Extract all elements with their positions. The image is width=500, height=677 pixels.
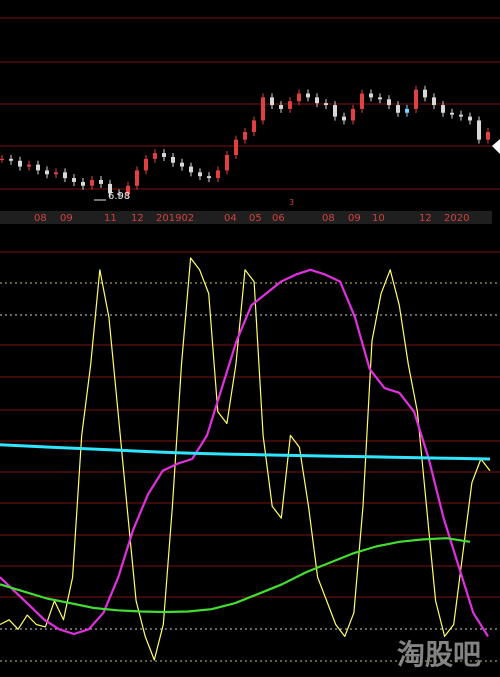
price-candle-body	[414, 89, 418, 109]
price-candle-body	[315, 97, 319, 104]
date-axis-tick-label: 2020	[444, 213, 469, 224]
price-candle-body	[171, 156, 175, 163]
price-candle-body	[72, 178, 76, 182]
price-candle-body	[378, 97, 382, 100]
price-candle-body	[198, 172, 202, 177]
date-axis-tick-label: 06	[272, 213, 285, 224]
price-candle-body	[405, 108, 409, 113]
price-candle-body	[270, 97, 274, 106]
price-candle-body	[54, 172, 58, 175]
price-low-label: 6.98	[108, 191, 130, 202]
price-candle-body	[0, 158, 4, 161]
stock-chart: 6.98 3 08 09 11 12 201902 04 05 06 08 09 10 12 2020 …	[0, 0, 500, 677]
price-candle-body	[261, 97, 265, 121]
price-candle-body	[477, 120, 481, 140]
date-axis-tick-label: 201902	[156, 213, 194, 224]
price-candle-body	[387, 99, 391, 106]
price-candle-body	[225, 155, 229, 171]
price-candle-body	[459, 114, 463, 117]
price-candle-body	[234, 139, 238, 156]
price-candle-body	[180, 162, 184, 167]
price-candle-body	[450, 112, 454, 115]
date-axis-tick-label: 09	[348, 213, 361, 224]
price-candle-body	[99, 180, 103, 184]
price-candle-body	[45, 170, 49, 175]
price-candle-body	[189, 166, 193, 173]
date-axis-tick-label: 12	[419, 213, 432, 224]
price-candle-body	[252, 120, 256, 132]
price-candle-body	[207, 176, 211, 179]
date-axis-tick-label: 11	[104, 213, 117, 224]
price-candle-body	[63, 172, 67, 179]
price-candle-body	[18, 160, 22, 167]
price-candle-body	[441, 105, 445, 113]
price-candle-body	[468, 116, 472, 121]
date-axis-tick-label: 04	[224, 213, 237, 224]
date-axis-tick-label: 10	[372, 213, 385, 224]
price-marker-label: 3	[289, 198, 294, 207]
price-candle-body	[333, 105, 337, 117]
date-axis-tick-label: 08	[322, 213, 335, 224]
price-candle-body	[423, 89, 427, 98]
price-candle-body	[153, 153, 157, 159]
price-candle-body	[432, 97, 436, 106]
price-candle-body	[297, 93, 301, 102]
price-candle-body	[9, 158, 13, 161]
price-candle-body	[342, 116, 346, 121]
watermark: 淘股吧	[397, 638, 481, 671]
price-candle-body	[351, 108, 355, 121]
price-candle-body	[36, 164, 40, 171]
date-axis-tick-label: 08	[34, 213, 47, 224]
price-candle-body	[324, 103, 328, 106]
price-candle-body	[135, 170, 139, 186]
price-candle-body	[81, 181, 85, 186]
price-candle-body	[396, 105, 400, 113]
price-candle-body	[279, 105, 283, 109]
price-candle-body	[360, 93, 364, 109]
date-axis-tick-label: 12	[131, 213, 144, 224]
price-candle-body	[486, 131, 490, 140]
price-candle-body	[90, 180, 94, 186]
price-candle-body	[162, 153, 166, 157]
date-axis-tick-label: 09	[60, 213, 73, 224]
price-candle-body	[216, 170, 220, 179]
price-candle-body	[288, 101, 292, 109]
price-candle-body	[27, 164, 31, 167]
chart-background	[0, 0, 500, 677]
price-candle-body	[369, 93, 373, 98]
price-candle-body	[144, 158, 148, 171]
price-candle-body	[306, 93, 310, 98]
price-candle-body	[243, 131, 247, 140]
date-axis-tick-label: 05	[249, 213, 262, 224]
